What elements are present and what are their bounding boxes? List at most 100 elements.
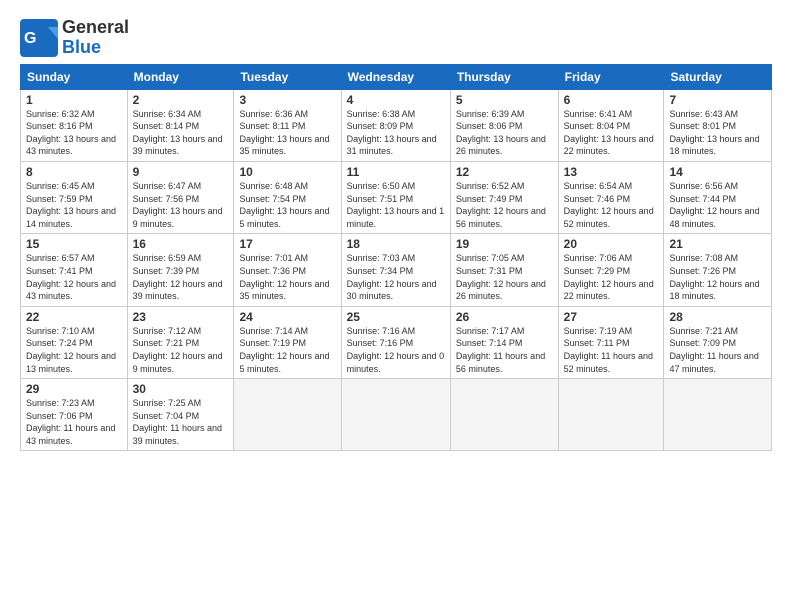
day-info: Sunrise: 6:57 AMSunset: 7:41 PMDaylight:… — [26, 252, 122, 302]
day-info: Sunrise: 7:05 AMSunset: 7:31 PMDaylight:… — [456, 252, 553, 302]
day-number: 24 — [239, 310, 335, 324]
calendar-cell: 27Sunrise: 7:19 AMSunset: 7:11 PMDayligh… — [558, 306, 664, 378]
calendar-cell: 7Sunrise: 6:43 AMSunset: 8:01 PMDaylight… — [664, 89, 772, 161]
day-number: 20 — [564, 237, 659, 251]
calendar-week-row: 1Sunrise: 6:32 AMSunset: 8:16 PMDaylight… — [21, 89, 772, 161]
logo-blue: Blue — [62, 38, 129, 58]
day-number: 25 — [347, 310, 445, 324]
day-number: 4 — [347, 93, 445, 107]
calendar-cell: 23Sunrise: 7:12 AMSunset: 7:21 PMDayligh… — [127, 306, 234, 378]
day-number: 13 — [564, 165, 659, 179]
day-number: 15 — [26, 237, 122, 251]
weekday-header: Monday — [127, 64, 234, 89]
day-info: Sunrise: 6:59 AMSunset: 7:39 PMDaylight:… — [133, 252, 229, 302]
day-number: 29 — [26, 382, 122, 396]
day-number: 10 — [239, 165, 335, 179]
day-info: Sunrise: 6:41 AMSunset: 8:04 PMDaylight:… — [564, 108, 659, 158]
calendar-cell: 30Sunrise: 7:25 AMSunset: 7:04 PMDayligh… — [127, 379, 234, 451]
day-info: Sunrise: 6:45 AMSunset: 7:59 PMDaylight:… — [26, 180, 122, 230]
calendar-cell: 10Sunrise: 6:48 AMSunset: 7:54 PMDayligh… — [234, 161, 341, 233]
day-info: Sunrise: 6:50 AMSunset: 7:51 PMDaylight:… — [347, 180, 445, 230]
calendar-cell: 11Sunrise: 6:50 AMSunset: 7:51 PMDayligh… — [341, 161, 450, 233]
day-number: 17 — [239, 237, 335, 251]
day-info: Sunrise: 7:23 AMSunset: 7:06 PMDaylight:… — [26, 397, 122, 447]
calendar-cell: 5Sunrise: 6:39 AMSunset: 8:06 PMDaylight… — [450, 89, 558, 161]
day-info: Sunrise: 7:17 AMSunset: 7:14 PMDaylight:… — [456, 325, 553, 375]
day-number: 18 — [347, 237, 445, 251]
calendar-cell: 25Sunrise: 7:16 AMSunset: 7:16 PMDayligh… — [341, 306, 450, 378]
day-info: Sunrise: 6:43 AMSunset: 8:01 PMDaylight:… — [669, 108, 766, 158]
logo-general: General — [62, 18, 129, 38]
day-number: 26 — [456, 310, 553, 324]
day-number: 16 — [133, 237, 229, 251]
weekday-header: Friday — [558, 64, 664, 89]
header: G General Blue — [20, 18, 772, 58]
calendar-cell: 3Sunrise: 6:36 AMSunset: 8:11 PMDaylight… — [234, 89, 341, 161]
day-info: Sunrise: 7:12 AMSunset: 7:21 PMDaylight:… — [133, 325, 229, 375]
weekday-header: Saturday — [664, 64, 772, 89]
day-number: 22 — [26, 310, 122, 324]
calendar-cell: 13Sunrise: 6:54 AMSunset: 7:46 PMDayligh… — [558, 161, 664, 233]
calendar-week-row: 8Sunrise: 6:45 AMSunset: 7:59 PMDaylight… — [21, 161, 772, 233]
calendar-cell — [341, 379, 450, 451]
calendar-cell: 20Sunrise: 7:06 AMSunset: 7:29 PMDayligh… — [558, 234, 664, 306]
calendar-cell: 21Sunrise: 7:08 AMSunset: 7:26 PMDayligh… — [664, 234, 772, 306]
day-number: 28 — [669, 310, 766, 324]
day-info: Sunrise: 6:38 AMSunset: 8:09 PMDaylight:… — [347, 108, 445, 158]
day-number: 30 — [133, 382, 229, 396]
calendar-cell: 14Sunrise: 6:56 AMSunset: 7:44 PMDayligh… — [664, 161, 772, 233]
day-info: Sunrise: 7:06 AMSunset: 7:29 PMDaylight:… — [564, 252, 659, 302]
day-number: 12 — [456, 165, 553, 179]
calendar-cell: 16Sunrise: 6:59 AMSunset: 7:39 PMDayligh… — [127, 234, 234, 306]
page: G General Blue SundayMondayTuesdayWednes… — [0, 0, 792, 461]
day-number: 14 — [669, 165, 766, 179]
calendar-week-row: 29Sunrise: 7:23 AMSunset: 7:06 PMDayligh… — [21, 379, 772, 451]
calendar-cell: 8Sunrise: 6:45 AMSunset: 7:59 PMDaylight… — [21, 161, 128, 233]
calendar-week-row: 15Sunrise: 6:57 AMSunset: 7:41 PMDayligh… — [21, 234, 772, 306]
day-number: 2 — [133, 93, 229, 107]
day-info: Sunrise: 7:21 AMSunset: 7:09 PMDaylight:… — [669, 325, 766, 375]
calendar-cell: 1Sunrise: 6:32 AMSunset: 8:16 PMDaylight… — [21, 89, 128, 161]
calendar-cell — [664, 379, 772, 451]
day-info: Sunrise: 7:14 AMSunset: 7:19 PMDaylight:… — [239, 325, 335, 375]
calendar-cell: 26Sunrise: 7:17 AMSunset: 7:14 PMDayligh… — [450, 306, 558, 378]
svg-text:G: G — [24, 30, 36, 47]
calendar-cell: 22Sunrise: 7:10 AMSunset: 7:24 PMDayligh… — [21, 306, 128, 378]
day-info: Sunrise: 6:47 AMSunset: 7:56 PMDaylight:… — [133, 180, 229, 230]
logo-icon: G — [20, 19, 58, 57]
day-number: 27 — [564, 310, 659, 324]
calendar-week-row: 22Sunrise: 7:10 AMSunset: 7:24 PMDayligh… — [21, 306, 772, 378]
calendar-cell: 17Sunrise: 7:01 AMSunset: 7:36 PMDayligh… — [234, 234, 341, 306]
day-info: Sunrise: 7:16 AMSunset: 7:16 PMDaylight:… — [347, 325, 445, 375]
calendar-cell: 9Sunrise: 6:47 AMSunset: 7:56 PMDaylight… — [127, 161, 234, 233]
day-info: Sunrise: 7:01 AMSunset: 7:36 PMDaylight:… — [239, 252, 335, 302]
day-info: Sunrise: 6:39 AMSunset: 8:06 PMDaylight:… — [456, 108, 553, 158]
calendar-cell: 28Sunrise: 7:21 AMSunset: 7:09 PMDayligh… — [664, 306, 772, 378]
day-number: 19 — [456, 237, 553, 251]
calendar-cell: 29Sunrise: 7:23 AMSunset: 7:06 PMDayligh… — [21, 379, 128, 451]
day-number: 6 — [564, 93, 659, 107]
day-info: Sunrise: 6:48 AMSunset: 7:54 PMDaylight:… — [239, 180, 335, 230]
calendar-cell — [450, 379, 558, 451]
day-info: Sunrise: 6:34 AMSunset: 8:14 PMDaylight:… — [133, 108, 229, 158]
weekday-header: Tuesday — [234, 64, 341, 89]
calendar-cell — [558, 379, 664, 451]
day-number: 11 — [347, 165, 445, 179]
calendar-cell — [234, 379, 341, 451]
day-info: Sunrise: 7:10 AMSunset: 7:24 PMDaylight:… — [26, 325, 122, 375]
day-number: 7 — [669, 93, 766, 107]
day-info: Sunrise: 6:56 AMSunset: 7:44 PMDaylight:… — [669, 180, 766, 230]
calendar-cell: 24Sunrise: 7:14 AMSunset: 7:19 PMDayligh… — [234, 306, 341, 378]
day-info: Sunrise: 6:36 AMSunset: 8:11 PMDaylight:… — [239, 108, 335, 158]
weekday-header: Sunday — [21, 64, 128, 89]
calendar-cell: 12Sunrise: 6:52 AMSunset: 7:49 PMDayligh… — [450, 161, 558, 233]
day-info: Sunrise: 6:54 AMSunset: 7:46 PMDaylight:… — [564, 180, 659, 230]
day-info: Sunrise: 6:52 AMSunset: 7:49 PMDaylight:… — [456, 180, 553, 230]
weekday-header: Wednesday — [341, 64, 450, 89]
day-info: Sunrise: 7:08 AMSunset: 7:26 PMDaylight:… — [669, 252, 766, 302]
calendar-header-row: SundayMondayTuesdayWednesdayThursdayFrid… — [21, 64, 772, 89]
day-number: 21 — [669, 237, 766, 251]
calendar-cell: 4Sunrise: 6:38 AMSunset: 8:09 PMDaylight… — [341, 89, 450, 161]
day-info: Sunrise: 7:03 AMSunset: 7:34 PMDaylight:… — [347, 252, 445, 302]
logo: G General Blue — [20, 18, 129, 58]
